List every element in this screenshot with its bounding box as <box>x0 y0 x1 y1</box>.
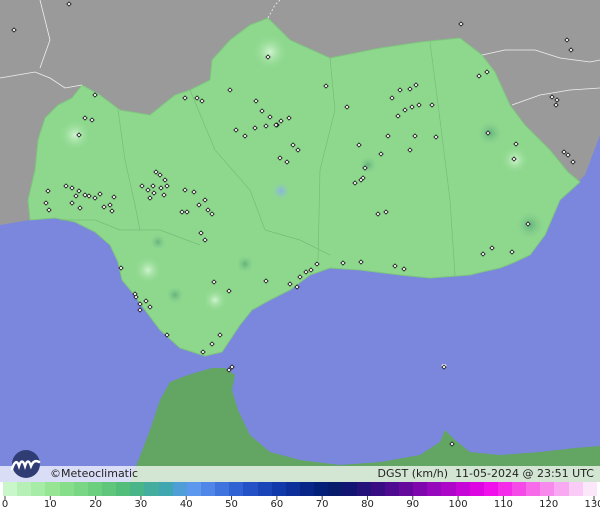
color-scale-swatch <box>540 482 555 496</box>
brand-name: Meteoclimatic <box>61 467 139 480</box>
map-widget: ©Meteoclimatic DGST (km/h) 11-05-2024 @ … <box>0 0 600 517</box>
color-scale-swatch <box>271 482 286 496</box>
color-scale-legend: 0 10 20 30 40 50 60 70 80 90 100 110 120 130 <box>0 482 600 517</box>
color-scale-swatch <box>568 482 583 496</box>
color-scale-label: 120 <box>539 499 559 510</box>
color-scale-label: 0 <box>1 499 9 510</box>
brand-text: ©Meteoclimatic <box>50 467 138 480</box>
copyright-symbol: © <box>50 467 61 480</box>
meteoclimatic-logo-icon <box>10 450 41 478</box>
color-scale-swatch <box>73 482 88 496</box>
metric-label: DGST (km/h) <box>377 467 449 480</box>
color-scale-swatch <box>59 482 74 496</box>
color-scale-label: 20 <box>89 499 102 510</box>
color-scale-swatch <box>299 482 315 496</box>
color-scale-swatch <box>356 482 371 496</box>
color-scale-bar <box>3 482 597 496</box>
color-scale-swatch <box>257 482 272 496</box>
color-scale-swatch <box>229 482 244 496</box>
color-scale-label: 130 <box>584 499 600 510</box>
color-scale-swatch <box>384 482 399 496</box>
color-scale-swatch <box>427 482 442 496</box>
color-scale-swatch <box>200 482 216 496</box>
color-scale-swatch <box>582 482 597 496</box>
color-scale-swatch <box>526 482 541 496</box>
color-scale-label: 110 <box>493 499 513 510</box>
color-scale-label: 100 <box>448 499 468 510</box>
color-scale-swatch <box>413 482 428 496</box>
color-scale-swatch <box>3 482 18 496</box>
color-scale-swatch <box>45 482 60 496</box>
color-scale-label: 80 <box>361 499 374 510</box>
color-scale-swatch <box>441 482 456 496</box>
color-scale-swatch <box>285 482 300 496</box>
color-scale-swatch <box>455 482 470 496</box>
color-scale-swatch <box>512 482 527 496</box>
wind-gust-map <box>0 0 600 482</box>
color-scale-swatch <box>172 482 187 496</box>
color-scale-label: 10 <box>43 499 57 510</box>
color-scale-swatch <box>328 482 343 496</box>
color-scale-swatch <box>101 482 117 496</box>
color-scale-swatch <box>342 482 357 496</box>
color-scale-swatch <box>370 482 385 496</box>
color-scale-label: 90 <box>406 499 420 510</box>
color-scale-swatch <box>554 482 569 496</box>
color-scale-swatch <box>17 482 32 496</box>
color-scale-label: 30 <box>134 499 148 510</box>
timestamp-label: 11-05-2024 @ 23:51 UTC <box>455 467 594 480</box>
color-scale-swatch <box>243 482 258 496</box>
color-scale-swatch <box>130 482 145 496</box>
color-scale-swatch <box>497 482 513 496</box>
color-scale-label: 40 <box>179 499 193 510</box>
color-scale-swatch <box>116 482 131 496</box>
color-scale-swatch <box>398 482 414 496</box>
color-scale-label: 50 <box>225 499 238 510</box>
color-scale-swatch <box>483 482 498 496</box>
color-scale-swatch <box>469 482 484 496</box>
color-scale-swatch <box>87 482 102 496</box>
color-scale-label: 70 <box>315 499 329 510</box>
map-info: DGST (km/h) 11-05-2024 @ 23:51 UTC <box>378 467 594 480</box>
color-scale-swatch <box>186 482 201 496</box>
color-scale-swatch <box>144 482 159 496</box>
color-scale-swatch <box>158 482 173 496</box>
map-footer: ©Meteoclimatic DGST (km/h) 11-05-2024 @ … <box>0 466 600 482</box>
color-scale-swatch <box>215 482 230 496</box>
color-scale-swatch <box>314 482 329 496</box>
color-scale-label: 60 <box>270 499 284 510</box>
color-scale-swatch <box>31 482 46 496</box>
